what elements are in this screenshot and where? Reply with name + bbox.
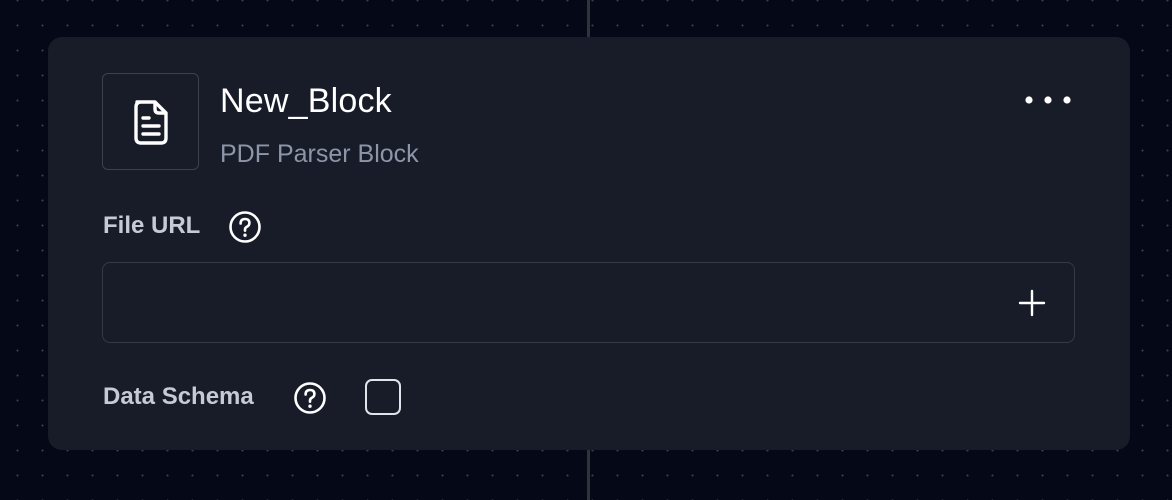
data-schema-checkbox[interactable] bbox=[365, 379, 401, 415]
file-url-input[interactable] bbox=[119, 263, 1003, 344]
file-url-label: File URL bbox=[103, 212, 201, 239]
document-icon bbox=[133, 99, 168, 145]
block-title[interactable]: New_Block bbox=[220, 81, 392, 121]
more-horizontal-icon bbox=[1025, 96, 1071, 104]
file-url-help-button[interactable] bbox=[228, 210, 262, 244]
add-file-url-button[interactable] bbox=[1012, 283, 1052, 323]
data-schema-label: Data Schema bbox=[103, 383, 254, 410]
plus-icon bbox=[1018, 289, 1046, 317]
data-schema-help-button[interactable] bbox=[293, 381, 327, 415]
pdf-parser-block-card[interactable]: New_Block PDF Parser Block File URL Data… bbox=[48, 37, 1130, 450]
file-url-field[interactable] bbox=[102, 262, 1075, 344]
block-icon-box bbox=[102, 73, 199, 170]
question-circle-icon bbox=[294, 382, 326, 414]
block-type-label: PDF Parser Block bbox=[220, 140, 419, 168]
more-options-button[interactable] bbox=[1018, 85, 1078, 115]
question-circle-icon bbox=[229, 211, 261, 243]
